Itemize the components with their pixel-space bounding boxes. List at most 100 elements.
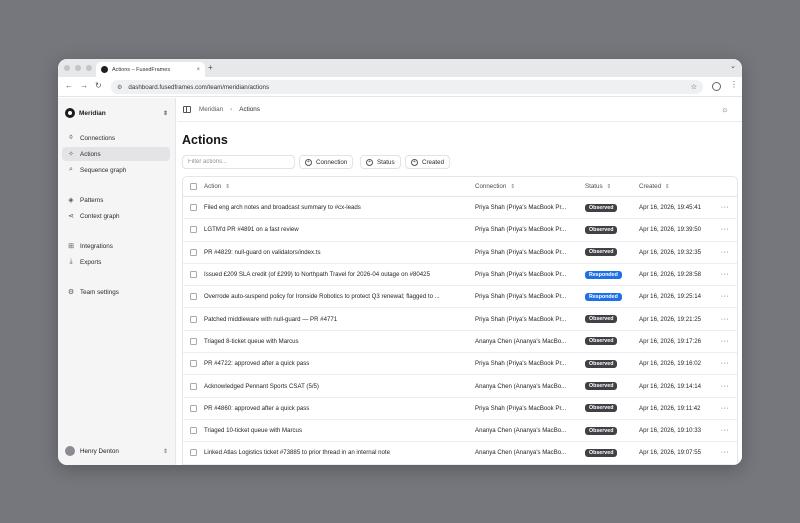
row-checkbox[interactable] [190,382,197,390]
row-menu-icon[interactable]: ··· [721,249,730,256]
table-row[interactable]: Issued £209 SLA credit (of £299) to Nort… [183,264,737,287]
table-row[interactable]: Acknowledged Pennant Sports CSAT (5/5) A… [183,375,737,398]
table-header: Action ⇕ Connection ⇕ Status ⇕ Created ⇕ [183,177,737,197]
row-menu-icon[interactable]: ··· [721,293,730,300]
gear-icon: ⚙ [67,289,75,296]
tab-close-icon[interactable]: × [196,67,200,73]
row-checkbox[interactable] [190,337,197,345]
row-checkbox[interactable] [190,315,197,323]
row-menu-icon[interactable]: ··· [721,226,730,233]
table-row[interactable]: PR #4829: null-guard on validators/index… [183,242,737,264]
row-menu-icon[interactable]: ··· [721,405,730,412]
sidebar-item-exports[interactable]: ⤓ Exports [62,255,170,269]
status-badge: Observed [585,315,618,324]
connection-filter-button[interactable]: + Connection [299,155,354,169]
window-controls[interactable] [64,65,92,71]
created-text: Apr 16, 2026, 19:07:55 [639,449,702,457]
row-menu-icon[interactable]: ··· [721,204,730,211]
sidebar-item-label: Patterns [80,196,104,204]
row-menu-icon[interactable]: ··· [721,360,730,367]
row-checkbox[interactable] [190,204,197,212]
sidebar-toggle-icon[interactable] [183,106,191,113]
back-arrow-icon[interactable]: ← [65,81,73,90]
table-row[interactable]: Patched middleware with null-guard — PR … [183,308,737,331]
tab-search-chevron-icon[interactable]: ⌄ [730,62,736,70]
user-name: Henry Denton [80,447,119,455]
row-checkbox[interactable] [190,293,197,301]
row-menu-icon[interactable]: ··· [721,383,730,390]
row-checkbox[interactable] [190,248,197,256]
browser-tab[interactable]: Actions – FusedFrames × [96,62,205,77]
row-menu-icon[interactable]: ··· [721,427,730,434]
sidebar-item-connections[interactable]: ⌽ Connections [62,131,170,145]
created-text: Apr 16, 2026, 19:11:42 [639,404,701,412]
action-text: Overrode auto-suspend policy for Ironsid… [204,293,440,301]
connection-text: Priya Shah (Priya's MacBook Pr... [475,204,567,212]
row-checkbox[interactable] [190,449,197,457]
table-row[interactable]: PR #4722: approved after a quick pass Pr… [183,353,737,376]
theme-toggle-icon[interactable]: ☼ [721,105,728,114]
browser-menu-icon[interactable]: ⋮ [730,80,738,89]
org-switcher[interactable]: Meridian ⇕ [65,106,168,120]
connection-text: Priya Shah (Priya's MacBook Pr... [475,248,567,256]
status-badge: Observed [585,225,618,234]
column-action[interactable]: Action ⇕ [204,177,472,196]
chevron-updown-icon: ⇕ [162,448,168,455]
profile-icon[interactable] [712,82,721,91]
connection-text: Ananya Chen (Ananya's MacBo... [475,382,567,390]
sidebar-item-team-settings[interactable]: ⚙ Team settings [62,285,170,299]
url-text: dashboard.fusedframes.com/team/meridian/… [128,83,270,91]
share-icon: ⋖ [68,213,74,220]
column-connection[interactable]: Connection ⇕ [475,177,582,196]
row-menu-icon[interactable]: ··· [721,449,730,456]
column-created[interactable]: Created ⇕ [639,177,719,196]
breadcrumb-root[interactable]: Meridian [199,106,223,113]
forward-arrow-icon[interactable]: → [80,81,88,90]
site-info-icon[interactable]: ⚙ [117,84,122,91]
row-checkbox[interactable] [190,404,197,412]
url-field[interactable]: ⚙ dashboard.fusedframes.com/team/meridia… [111,80,703,94]
status-badge: Observed [585,359,618,368]
user-menu[interactable]: Henry Denton ⇕ [65,445,168,457]
select-all-checkbox[interactable] [190,183,197,190]
sidebar-item-patterns[interactable]: ◈ Patterns [62,193,170,207]
action-text: Patched middleware with null-guard — PR … [204,315,338,323]
column-label: Connection [475,183,507,190]
table-row[interactable]: Triaged 8-ticket queue with Marcus Anany… [183,331,737,354]
status-badge: Responded [585,270,622,279]
chevron-updown-icon: ⇕ [162,110,168,117]
sidebar-item-context-graph[interactable]: ⋖ Context graph [62,209,170,223]
sidebar-item-actions[interactable]: ✧ Actions [62,147,170,161]
table-row[interactable]: Linked Atlas Logistics ticket #73885 to … [183,442,737,465]
row-checkbox[interactable] [190,427,197,435]
column-status[interactable]: Status ⇕ [585,177,637,196]
new-tab-button[interactable]: + [208,63,213,72]
row-checkbox[interactable] [190,360,197,368]
row-menu-icon[interactable]: ··· [721,271,730,278]
row-menu-icon[interactable]: ··· [721,316,730,323]
row-checkbox[interactable] [190,271,197,279]
action-text: Linked Atlas Logistics ticket #73885 to … [204,449,390,457]
sidebar-item-integrations[interactable]: ⊞ Integrations [62,239,170,253]
chip-label: Connection [316,158,348,166]
row-menu-icon[interactable]: ··· [721,338,730,345]
connection-text: Priya Shah (Priya's MacBook Pr... [475,271,567,279]
row-checkbox[interactable] [190,226,197,234]
status-filter-button[interactable]: + Status [360,155,401,169]
plus-circle-icon: + [411,158,418,166]
created-filter-button[interactable]: + Created [405,155,451,169]
table-row[interactable]: Overrode auto-suspend policy for Ironsid… [183,286,737,309]
table-row[interactable]: Filed eng arch notes and broadcast summa… [183,197,737,220]
reload-icon[interactable]: ↻ [95,81,102,90]
created-text: Apr 16, 2026, 19:45:41 [639,204,702,212]
table-row[interactable]: LGTM'd PR #4891 on a fast review Priya S… [183,219,737,242]
table-row[interactable]: PR #4860: approved after a quick pass Pr… [183,398,737,420]
connection-text: Priya Shah (Priya's MacBook Pr... [475,360,567,368]
bookmark-star-icon[interactable]: ☆ [691,83,697,91]
table-row[interactable]: Triaged 10-ticket queue with Marcus Anan… [183,420,737,443]
status-badge: Observed [585,382,618,391]
org-logo-icon [65,108,75,118]
sidebar-item-sequence-graph[interactable]: ⌕ Sequence graph [62,163,170,177]
connection-text: Priya Shah (Priya's MacBook Pr... [475,293,567,301]
filter-input[interactable] [182,155,295,169]
